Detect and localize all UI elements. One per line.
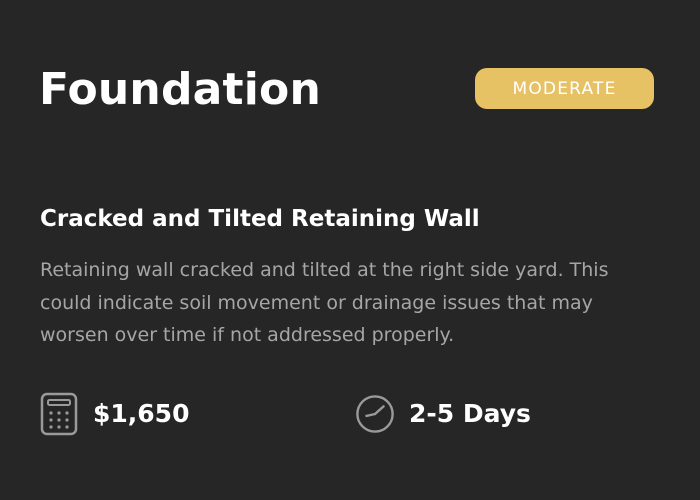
duration-value: 2-5 Days [409,399,531,428]
severity-badge: MODERATE [475,68,654,109]
cost-value: $1,650 [93,399,190,428]
clock-icon [355,392,395,436]
category-title: Foundation [39,64,322,115]
issue-card: Foundation MODERATE Cracked and Tilted R… [0,0,700,500]
issue-description: Retaining wall cracked and tilted at the… [40,259,609,346]
issue-title: Cracked and Tilted Retaining Wall [40,206,480,232]
cost-estimate: $1,650 [39,392,189,436]
calculator-icon [39,392,79,436]
time-estimate: 2-5 Days [355,392,531,436]
